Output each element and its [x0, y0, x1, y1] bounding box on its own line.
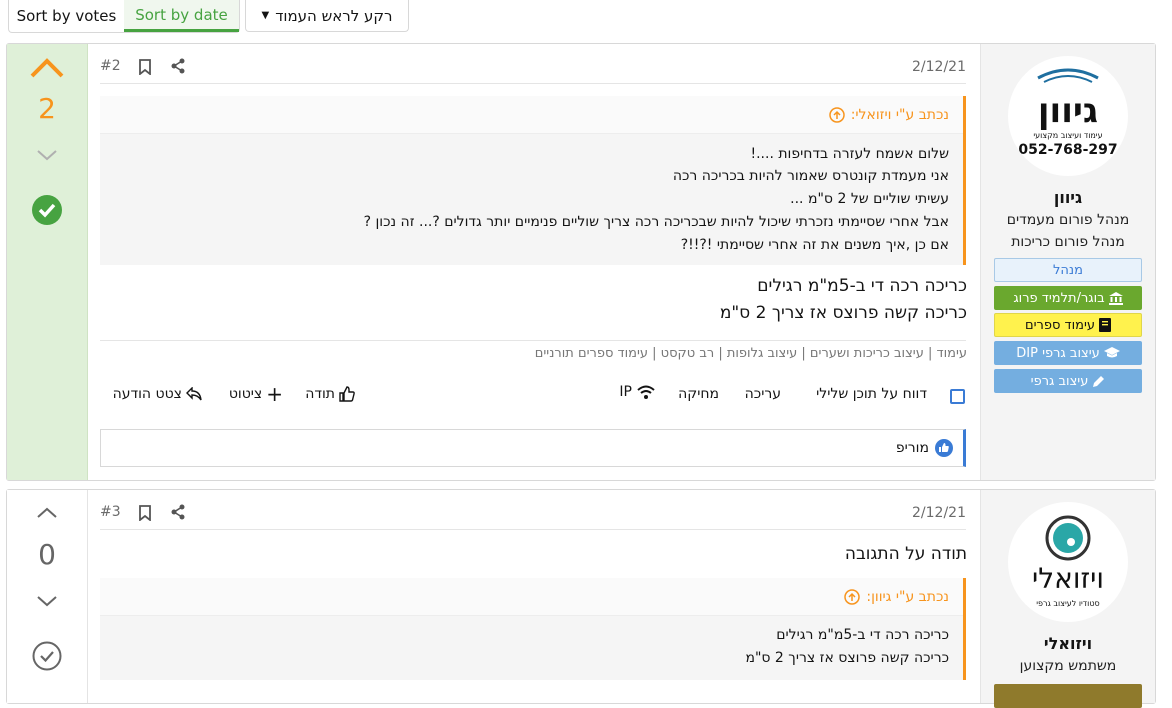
quote-line: אבל אחרי שסיימתי נזכרתי שיכול להיות שבכר…	[363, 214, 949, 230]
ip-label: IP	[619, 384, 632, 400]
quote-reply-button[interactable]: צטט הודעה	[113, 386, 202, 402]
badge-label: בוגר/תלמיד פרוג	[1013, 290, 1105, 306]
bookmark-icon[interactable]	[138, 505, 152, 521]
wifi-icon	[637, 385, 655, 399]
avatar[interactable]: גיוון עימוד ועיצוב מקצועי 052-768-297	[1008, 56, 1128, 176]
post-tags[interactable]: עימוד | עיצוב כריכות ושערים | עיצוב גלופ…	[535, 346, 967, 361]
post-date[interactable]: 2/12/21	[912, 59, 966, 75]
badge-partial[interactable]	[994, 684, 1142, 708]
quote-button[interactable]: + ציטוט	[228, 382, 283, 406]
sort-toggle-group: Sort by votes Sort by date	[8, 0, 240, 33]
edit-button[interactable]: עריכה	[745, 386, 781, 402]
sort-by-date-button[interactable]: Sort by date	[124, 0, 239, 32]
thanks-button[interactable]: תודה	[305, 386, 355, 402]
post-index[interactable]: #2	[100, 58, 121, 74]
badge-label: עיצוב גרפי DIP	[1016, 345, 1100, 361]
arrow-up-circle-icon[interactable]	[844, 588, 861, 605]
quote-block: נכתב ע"י ויזואלי: שלום אשמח לעזרה בדחיפו…	[100, 96, 966, 265]
select-checkbox[interactable]	[950, 389, 965, 404]
sort-by-votes-button[interactable]: Sort by votes	[9, 0, 124, 32]
post-3: 0 #3 2/12/21 תודה על התגובה נכתב ע"י גיו…	[6, 489, 1156, 708]
avatar-logo-text: ויזואלי	[1032, 562, 1104, 595]
user-panel: גיוון עימוד ועיצוב מקצועי 052-768-297 גי…	[980, 44, 1155, 480]
avatar[interactable]: ויזואלי סטודיו לעיצוב גרפי	[1008, 502, 1128, 622]
quote-header: נכתב ע"י ויזואלי:	[100, 96, 963, 134]
caret-down-icon: ▼	[261, 10, 270, 21]
book-icon	[1099, 318, 1112, 332]
downvote-icon[interactable]	[36, 594, 58, 608]
quote-author: נכתב ע"י גיוון:	[866, 588, 949, 605]
downvote-icon[interactable]	[36, 148, 58, 162]
avatar-logo-text: גיוון	[1038, 91, 1098, 131]
badge-label: מנהל	[1053, 262, 1083, 278]
vote-column: 2	[7, 44, 88, 480]
ip-button[interactable]: IP	[619, 384, 656, 400]
likes-bar: מוריפ	[100, 429, 966, 467]
accept-answer-icon[interactable]	[31, 640, 63, 672]
pencil-icon	[1093, 375, 1105, 387]
reply-icon	[186, 387, 202, 401]
quote-line: אני מעמדת קונטרס שאמור להיות בכריכה רכה	[672, 168, 949, 184]
bank-icon	[1108, 291, 1123, 305]
quote-line: כריכה קשה פרוצס אז צריך 2 ס"מ	[745, 650, 949, 666]
user-panel: ויזואלי סטודיו לעיצוב גרפי ויזואלי משתמש…	[980, 490, 1155, 708]
thanks-label: תודה	[305, 386, 335, 402]
upvote-icon[interactable]	[36, 506, 58, 520]
user-title: מנהל פורום מעמדים	[1006, 212, 1130, 228]
badge-graphic-design[interactable]: עיצוב גרפי	[994, 369, 1142, 393]
badge-label: עיצוב גרפי	[1030, 373, 1089, 389]
bookmark-icon[interactable]	[138, 59, 152, 75]
upvote-icon[interactable]	[29, 56, 65, 80]
user-title: מנהל פורום כריכות	[1011, 234, 1125, 250]
username[interactable]: ויזואלי	[981, 634, 1155, 653]
quote-line: אם כן ,איך משנים את זה אחרי שסיימתי !?!!…	[680, 237, 949, 253]
badge-graduate[interactable]: בוגר/תלמיד פרוג	[994, 286, 1142, 310]
delete-label: מחיקה	[678, 386, 719, 402]
like-icon	[935, 439, 953, 457]
badge-admin[interactable]: מנהל	[994, 258, 1142, 282]
plus-icon: +	[266, 382, 283, 406]
share-icon[interactable]	[170, 58, 186, 74]
quote-line: כריכה רכה די ב-5מ"מ רגילים	[776, 627, 949, 643]
vote-count: 2	[38, 92, 56, 125]
grad-cap-icon	[1103, 347, 1120, 358]
quote-line: שלום אשמח לעזרה בדחיפות ....!	[750, 146, 949, 162]
badge-label: עימוד ספרים	[1024, 317, 1096, 333]
quote-block: נכתב ע"י גיוון: כריכה רכה די ב-5מ"מ רגיל…	[100, 578, 966, 680]
edit-label: עריכה	[744, 386, 781, 402]
vote-count: 0	[38, 538, 56, 571]
post-body-line: כריכה קשה פרוצס אז צריך 2 ס"מ	[719, 303, 967, 323]
post-index[interactable]: #3	[100, 504, 121, 520]
post-date[interactable]: 2/12/21	[912, 505, 966, 521]
avatar-logo-sub: סטודיו לעיצוב גרפי	[1036, 599, 1099, 608]
delete-button[interactable]: מחיקה	[678, 386, 719, 402]
badge-graphic-dip[interactable]: עיצוב גרפי DIP	[994, 341, 1142, 365]
arrow-up-circle-icon[interactable]	[828, 106, 845, 123]
avatar-logo-sub: עימוד ועיצוב מקצועי	[1033, 131, 1102, 140]
jump-to-top-button[interactable]: רקע לראש העמוד ▼	[245, 0, 409, 32]
avatar-logo-phone: 052-768-297	[1018, 142, 1117, 158]
quote-label: ציטוט	[228, 386, 263, 402]
post-body-line: כריכה רכה די ב-5מ"מ רגילים	[757, 276, 967, 296]
username[interactable]: גיוון	[981, 188, 1155, 207]
quote-header: נכתב ע"י גיוון:	[100, 578, 963, 616]
quote-reply-label: צטט הודעה	[112, 386, 182, 402]
liker-name[interactable]: מוריפ	[896, 440, 929, 456]
share-icon[interactable]	[170, 504, 186, 520]
report-button[interactable]: דווח על תוכן שלילי	[816, 386, 927, 402]
report-label: דווח על תוכן שלילי	[816, 386, 927, 402]
post-2: 2 #2 2/12/21 נכתב ע"י ויזואלי: שלום אשמח…	[6, 43, 1156, 481]
post-body-line: תודה על התגובה	[844, 544, 967, 564]
accepted-answer-icon[interactable]	[31, 194, 63, 226]
badge-book-layout[interactable]: עימוד ספרים	[994, 313, 1142, 337]
jump-to-top-label: רקע לראש העמוד	[275, 6, 393, 25]
thumbs-up-icon	[339, 386, 355, 402]
user-title: משתמש מקצוען	[1019, 658, 1117, 674]
quote-author: נכתב ע"י ויזואלי:	[850, 106, 949, 123]
quote-line: עשיתי שוליים של 2 ס"מ ...	[790, 191, 949, 207]
vote-column: 0	[7, 490, 88, 703]
